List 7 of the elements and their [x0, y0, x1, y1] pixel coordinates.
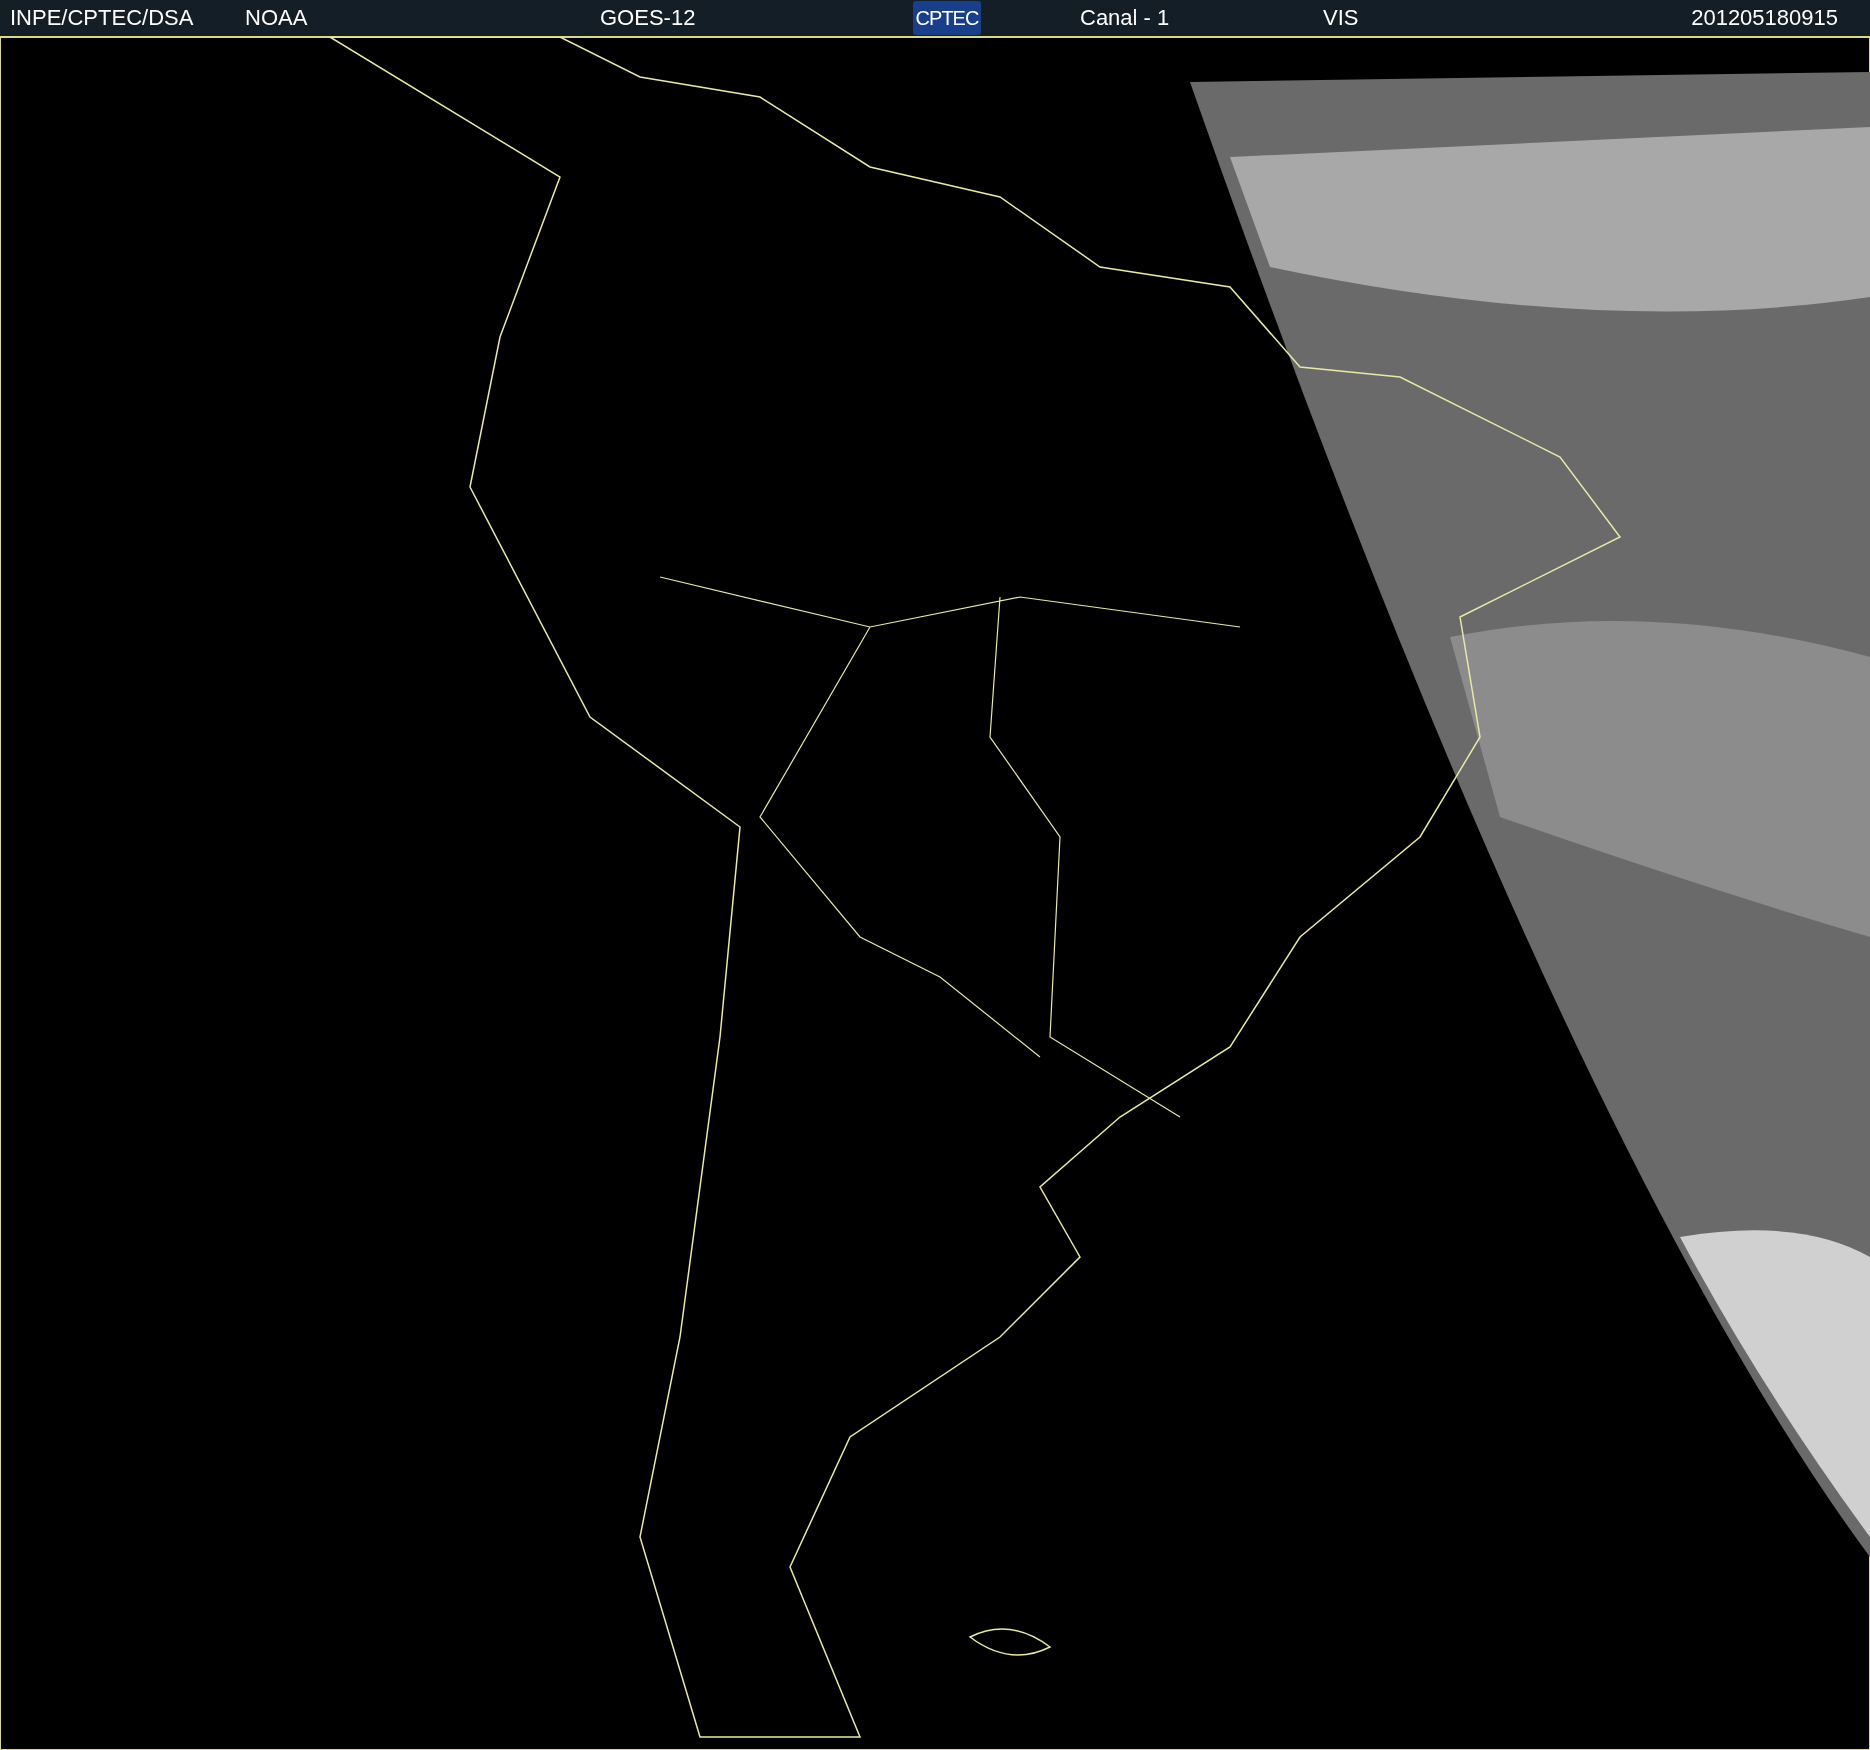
timestamp: 201205180915: [1691, 5, 1838, 31]
satellite-label: GOES-12: [600, 5, 697, 31]
logo: CPTEC: [913, 1, 981, 35]
band-label: VIS: [1323, 5, 1360, 31]
agency-label: NOAA: [245, 5, 309, 31]
channel-label: Canal - 1: [1080, 5, 1171, 31]
source-label: INPE/CPTEC/DSA: [10, 5, 195, 31]
